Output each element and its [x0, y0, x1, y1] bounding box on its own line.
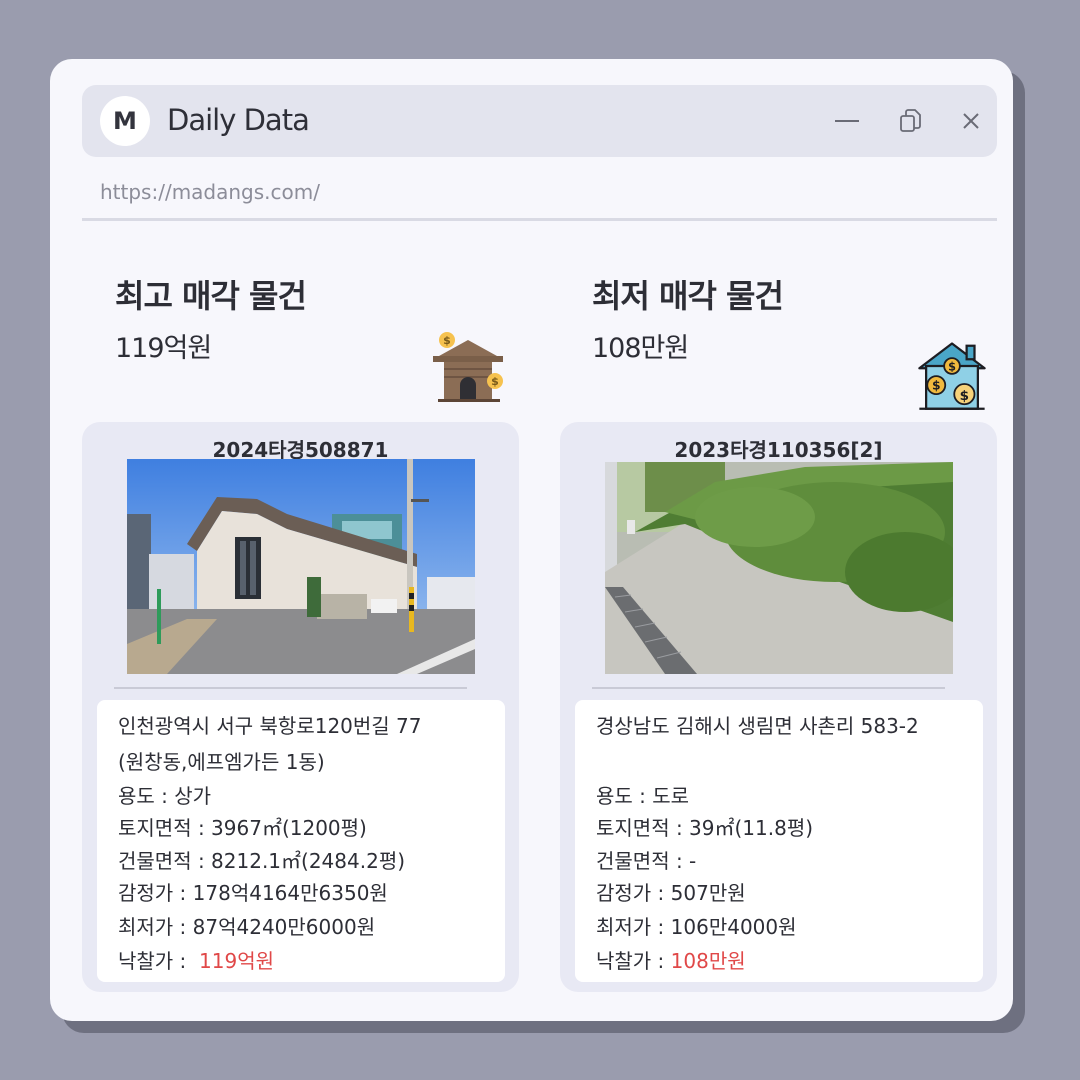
minimum-price: 최저가 : 87억4240만6000원 — [118, 915, 376, 939]
appraisal-price: 감정가 : 178억4164만6350원 — [118, 881, 388, 905]
highest-property-card[interactable]: 2024타경508871 인천광역시 서구 북항로120번길 77 (원창동,에… — [82, 422, 519, 992]
land-area: 토지면적 : 39㎡(11.8평) — [596, 816, 814, 840]
property-photo — [127, 459, 475, 674]
highest-heading: 최고 매각 물건 — [115, 277, 307, 315]
svg-text:$: $ — [443, 334, 451, 347]
card-divider — [592, 687, 945, 689]
svg-text:$: $ — [491, 375, 499, 388]
property-info: 인천광역시 서구 북항로120번길 77 (원창동,에프엠가든 1동) 용도 :… — [97, 700, 505, 982]
svg-text:$: $ — [948, 361, 956, 374]
minimize-icon — [835, 120, 859, 122]
winning-bid-label: 낙찰가 : — [596, 949, 665, 973]
close-icon — [963, 113, 979, 129]
land-area: 토지면적 : 3967㎡(1200평) — [118, 816, 367, 840]
property-info: 경상남도 김해시 생림면 사촌리 583-2 용도 : 도로 토지면적 : 39… — [575, 700, 983, 982]
title-bar: M Daily Data — [82, 85, 997, 157]
minimize-button[interactable] — [829, 103, 865, 139]
winning-bid: 낙찰가 : 119억원 — [118, 945, 274, 974]
address-line-2: (원창동,에프엠가든 1동) — [118, 750, 325, 774]
appraisal-price: 감정가 : 507만원 — [596, 881, 746, 905]
winning-bid-value: 119억원 — [199, 949, 274, 973]
house-money-icon: $ $ — [433, 332, 503, 402]
lowest-price: 108만원 — [592, 333, 689, 364]
close-button[interactable] — [953, 103, 989, 139]
app-window: M Daily Data https://madangs.com/ 최고 매각 … — [50, 59, 1013, 1021]
usage: 용도 : 도로 — [596, 784, 690, 808]
building-area: 건물면적 : 8212.1㎡(2484.2평) — [118, 849, 406, 873]
address-line-1: 인천광역시 서구 북항로120번길 77 — [118, 714, 422, 738]
case-number: 2023타경110356[2] — [674, 438, 883, 462]
lowest-heading: 최저 매각 물건 — [592, 277, 784, 315]
minimum-price: 최저가 : 106만4000원 — [596, 915, 797, 939]
svg-text:$: $ — [932, 379, 941, 393]
address-line-1: 경상남도 김해시 생림면 사촌리 583-2 — [596, 714, 919, 738]
lowest-property-card[interactable]: 2023타경110356[2] 경상남도 김해시 생림면 사촌리 583-2 용… — [560, 422, 997, 992]
usage: 용도 : 상가 — [118, 784, 212, 808]
highest-price: 119억원 — [115, 333, 212, 364]
property-photo — [605, 462, 953, 674]
app-logo: M — [100, 96, 150, 146]
winning-bid: 낙찰가 : 108만원 — [596, 945, 746, 974]
svg-text:$: $ — [960, 388, 969, 404]
app-title: Daily Data — [167, 103, 310, 137]
url-divider — [82, 218, 997, 221]
winning-bid-label: 낙찰가 : — [118, 949, 187, 973]
card-divider — [114, 687, 467, 689]
winning-bid-value: 108만원 — [670, 949, 746, 973]
building-area: 건물면적 : - — [596, 849, 697, 873]
url-text[interactable]: https://madangs.com/ — [100, 180, 320, 204]
house-coins-icon: $ $ $ — [918, 342, 986, 410]
copy-window-button[interactable] — [893, 103, 929, 139]
copy-window-icon — [900, 109, 921, 132]
